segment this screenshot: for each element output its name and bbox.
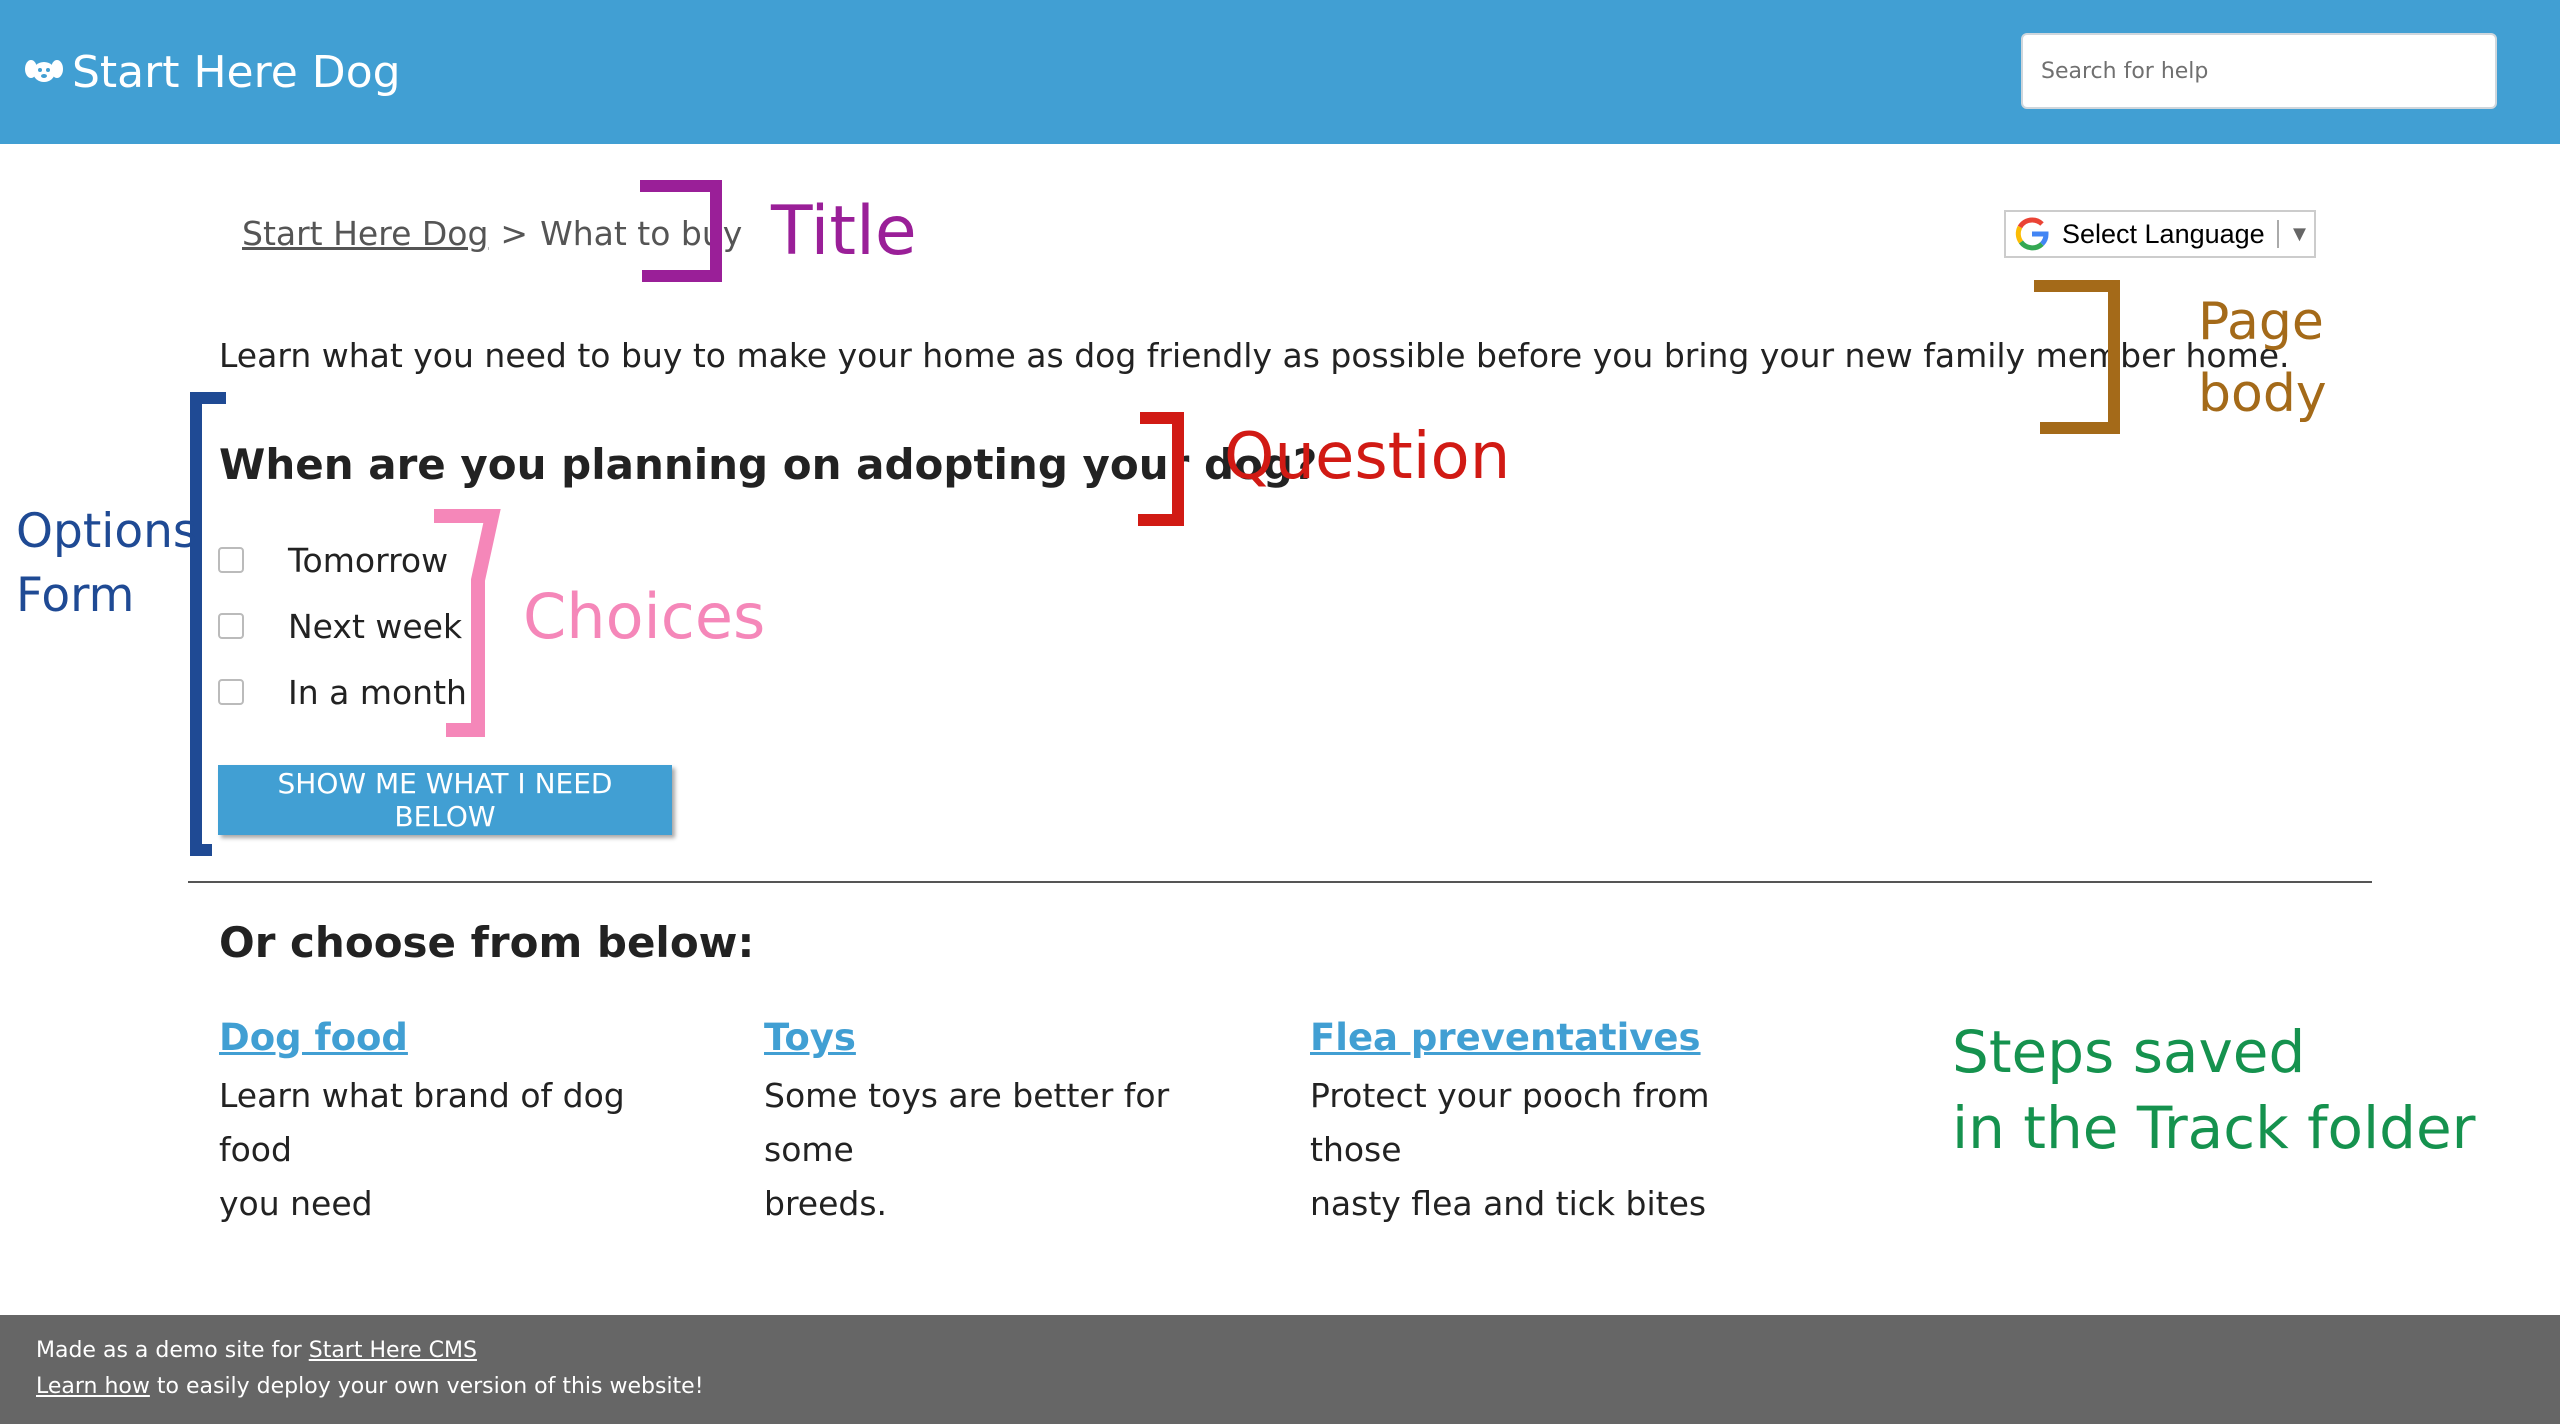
- footer-line-1: Made as a demo site for Start Here CMS: [36, 1338, 477, 1363]
- annotation-brackets: [190, 180, 2120, 856]
- site-footer: [0, 1315, 2560, 1424]
- title-bracket: [640, 180, 722, 282]
- annotation-line: in the Track folder: [1952, 1094, 2476, 1162]
- learn-how-link[interactable]: Learn how: [36, 1374, 150, 1399]
- annotation-question: Question: [1224, 420, 1511, 494]
- annotation-line: Steps saved: [1952, 1018, 2306, 1086]
- choices-bracket: [434, 509, 501, 737]
- annotation-line: Page: [2198, 292, 2324, 352]
- footer-text: to easily deploy your own version of thi…: [149, 1374, 704, 1399]
- footer-line-2: Learn how to easily deploy your own vers…: [36, 1374, 704, 1399]
- annotation-line: body: [2198, 364, 2327, 424]
- annotation-title: Title: [771, 192, 917, 271]
- start-here-cms-link[interactable]: Start Here CMS: [309, 1338, 477, 1363]
- annotation-page-body: Page body: [2198, 286, 2327, 430]
- options-form-bracket: [190, 392, 226, 856]
- page-body-bracket: [2034, 280, 2120, 434]
- annotation-choices: Choices: [523, 580, 766, 653]
- annotation-line: Options: [16, 504, 198, 559]
- question-bracket: [1138, 412, 1184, 526]
- annotation-options-form: Options Form: [16, 500, 197, 628]
- annotation-steps-saved: Steps saved in the Track folder: [1952, 1014, 2476, 1166]
- footer-text: Made as a demo site for: [36, 1338, 309, 1363]
- annotation-line: Form: [16, 568, 135, 623]
